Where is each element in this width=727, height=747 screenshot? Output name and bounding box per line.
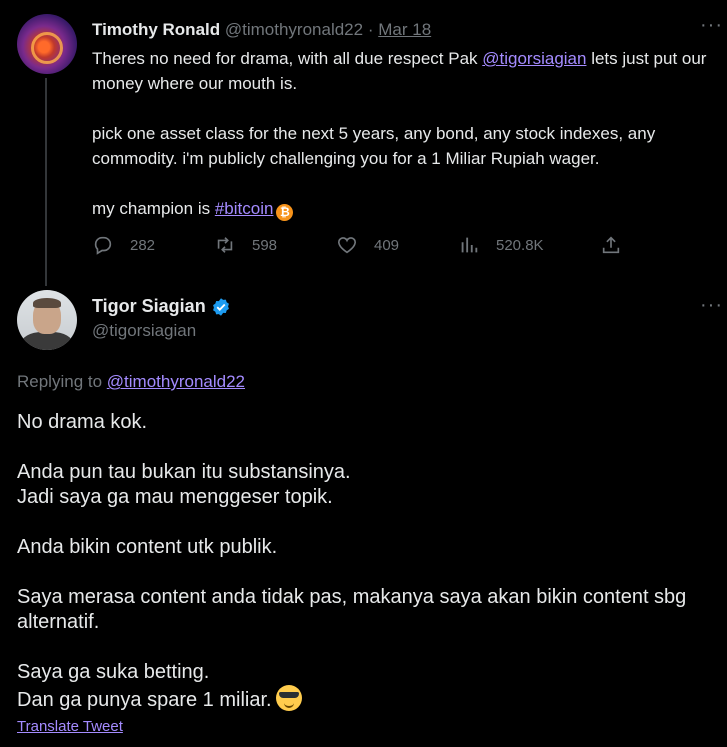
tweet-date[interactable]: Mar 18: [378, 20, 431, 39]
more-options-icon[interactable]: ···: [700, 14, 723, 37]
retweet-button[interactable]: 598: [214, 234, 277, 256]
like-button[interactable]: 409: [336, 234, 399, 256]
author-handle[interactable]: @tigorsiagian: [92, 321, 196, 341]
share-icon: [600, 234, 622, 256]
tweet-paragraph: my champion is #bitcoin ₿: [92, 196, 717, 221]
tweet-header: Timothy Ronald @timothyronald22 · Mar 18: [92, 20, 431, 40]
tweet-timothy-ronald[interactable]: Timothy Ronald @timothyronald22 · Mar 18…: [0, 0, 727, 290]
views-count: 520.8K: [496, 236, 544, 254]
retweet-icon: [214, 234, 236, 256]
views-icon: [458, 234, 480, 256]
replying-to: Replying to @timothyronald22: [17, 372, 245, 392]
text: my champion is: [92, 199, 215, 218]
tweet-paragraph: Anda pun tau bukan itu substansinya. Jadi…: [17, 460, 717, 510]
reply-icon: [92, 234, 114, 256]
tweet-actions: 282 598 409 520.8K: [92, 234, 632, 262]
text: Jadi saya ga mau menggeser topik.: [17, 486, 333, 508]
text: Theres no need for drama, with all due r…: [92, 49, 483, 68]
views-button[interactable]: 520.8K: [458, 234, 544, 256]
separator: ·: [367, 20, 374, 39]
tweet-body: Theres no need for drama, with all due r…: [92, 46, 717, 246]
hashtag-link[interactable]: #bitcoin: [215, 199, 274, 218]
verified-badge-icon[interactable]: [211, 297, 231, 317]
reply-button[interactable]: 282: [92, 234, 155, 256]
author-name[interactable]: Tigor Siagian: [92, 296, 206, 317]
tweet-tigor-siagian[interactable]: Tigor Siagian @tigorsiagian ··· Replying…: [0, 290, 727, 747]
author-handle[interactable]: @timothyronald22: [225, 20, 363, 39]
sunglasses-emoji-icon: [275, 685, 302, 711]
retweet-count: 598: [252, 236, 278, 254]
tweet-paragraph: Saya ga suka betting. Dan ga punya spare …: [17, 660, 717, 713]
author-name[interactable]: Timothy Ronald: [92, 20, 220, 39]
replying-label: Replying to: [17, 372, 107, 391]
more-options-icon[interactable]: ···: [700, 294, 723, 317]
reply-count: 282: [130, 236, 156, 254]
avatar[interactable]: [17, 290, 77, 350]
thread-line: [45, 78, 47, 286]
avatar-shirt: [21, 332, 73, 350]
tweet-paragraph: Saya merasa content anda tidak pas, maka…: [17, 586, 687, 633]
heart-icon: [336, 234, 358, 256]
tweet-paragraph: Theres no need for drama, with all due r…: [92, 46, 717, 96]
tweet-paragraph: Anda bikin content utk publik.: [17, 536, 278, 558]
author-name-row: Tigor Siagian: [92, 296, 231, 317]
mention-link[interactable]: @timothyronald22: [107, 372, 245, 391]
tweet-paragraph: No drama kok.: [17, 411, 148, 433]
avatar[interactable]: [17, 14, 77, 74]
avatar-hair: [33, 298, 61, 308]
tweet-body: No drama kok. Anda pun tau bukan itu sub…: [17, 410, 717, 738]
bitcoin-icon: ₿: [276, 204, 294, 221]
translate-tweet-link[interactable]: Translate Tweet: [17, 718, 123, 735]
text: Saya ga suka betting.: [17, 661, 210, 683]
like-count: 409: [374, 236, 400, 254]
text: Anda pun tau bukan itu substansinya.: [17, 461, 351, 483]
share-button[interactable]: [600, 234, 638, 256]
tweet-paragraph: pick one asset class for the next 5 year…: [92, 124, 656, 168]
text: Dan ga punya spare 1 miliar.: [17, 689, 272, 711]
mention-link[interactable]: @tigorsiagian: [482, 49, 586, 68]
